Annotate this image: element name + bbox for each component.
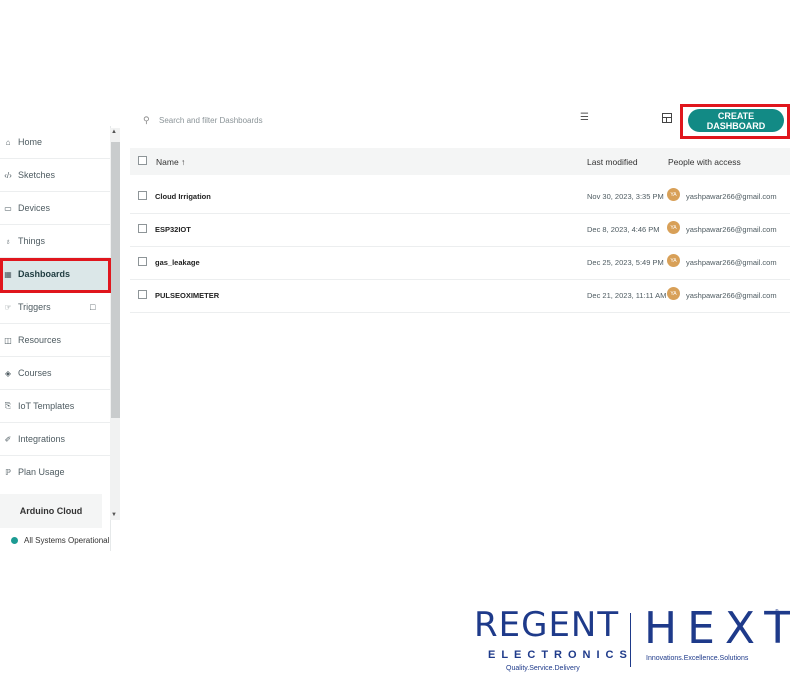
sidebar-item-dashboards[interactable]: ▦ Dashboards <box>0 258 110 291</box>
scroll-down-arrow-icon[interactable]: ▼ <box>111 512 117 518</box>
sidebar-item-resources[interactable]: ◫ Resources <box>0 324 110 357</box>
select-all-checkbox[interactable] <box>138 156 147 165</box>
sidebar-item-integrations[interactable]: ✐ Integrations <box>0 423 110 456</box>
sidebar-item-triggers[interactable]: ☞ Triggers □ <box>0 291 110 324</box>
scroll-up-arrow-icon[interactable]: ▲ <box>111 129 117 135</box>
table-row[interactable]: ESP32IOT Dec 8, 2023, 4:46 PM YA yashpaw… <box>130 213 790 247</box>
sidebar-item-home[interactable]: ⌂ Home <box>0 126 110 159</box>
avatar: YA <box>667 221 680 234</box>
sidebar-item-label: Devices <box>18 203 51 213</box>
last-modified: Nov 30, 2023, 3:35 PM <box>587 192 664 201</box>
sidebar-item-label: IoT Templates <box>18 401 75 411</box>
regent-hext-logo: REGENT ELECTRONICS Quality.Service.Deliv… <box>470 603 790 685</box>
user-email: yashpawar266@gmail.com <box>686 291 777 300</box>
sidebar-item-label: Sketches <box>18 170 56 180</box>
sidebar-item-courses[interactable]: ◈ Courses <box>0 357 110 390</box>
lock-icon: □ <box>90 302 96 312</box>
sidebar-item-label: Home <box>18 137 43 147</box>
last-modified: Dec 25, 2023, 5:49 PM <box>587 258 664 267</box>
courses-icon: ◈ <box>4 368 12 378</box>
sidebar-item-plan-usage[interactable]: ℙ Plan Usage <box>0 456 110 488</box>
resources-icon: ◫ <box>4 335 12 345</box>
user-email: yashpawar266@gmail.com <box>686 225 777 234</box>
dashboard-name[interactable]: Cloud Irrigation <box>155 192 211 201</box>
hext-logo-text: HEXT <box>644 603 790 654</box>
home-icon: ⌂ <box>5 137 11 147</box>
logo-divider <box>630 613 631 667</box>
last-modified: Dec 8, 2023, 4:46 PM <box>587 225 660 234</box>
sidebar-item-iot-templates[interactable]: ⎘ IoT Templates <box>0 390 110 423</box>
system-status[interactable]: All Systems Operational <box>0 531 109 549</box>
regent-logo-text: REGENT <box>474 605 620 645</box>
device-icon: ▭ <box>4 203 12 213</box>
layout-toggle-icon[interactable] <box>662 113 672 123</box>
row-checkbox[interactable] <box>138 224 147 233</box>
sidebar-item-sketches[interactable]: ‹/› Sketches <box>0 159 110 192</box>
user-email: yashpawar266@gmail.com <box>686 258 777 267</box>
sidebar-item-label: Integrations <box>18 434 66 444</box>
row-checkbox[interactable] <box>138 191 147 200</box>
create-dashboard-button[interactable]: CREATE DASHBOARD <box>688 109 784 132</box>
table-row[interactable]: gas_leakage Dec 25, 2023, 5:49 PM YA yas… <box>130 246 790 280</box>
column-people: People with access <box>668 157 741 167</box>
search-placeholder: Search and filter Dashboards <box>159 115 263 125</box>
things-icon: ♁ <box>5 236 11 246</box>
table-row[interactable]: PULSEOXIMETER Dec 21, 2023, 11:11 AM YA … <box>130 279 790 313</box>
search-input[interactable]: ⚲ Search and filter Dashboards <box>137 109 597 131</box>
avatar: YA <box>667 287 680 300</box>
electronics-text: ELECTRONICS <box>488 649 633 661</box>
dashboard-name[interactable]: ESP32IOT <box>155 225 191 234</box>
code-icon: ‹/› <box>4 170 12 180</box>
search-icon: ⚲ <box>143 114 150 125</box>
status-text: All Systems Operational <box>24 535 110 545</box>
hext-tagline: Innovations.Excellence.Solutions <box>646 655 749 662</box>
user-email: yashpawar266@gmail.com <box>686 192 777 201</box>
status-dot-icon <box>11 536 18 544</box>
sidebar: ⌂ Home ‹/› Sketches ▭ Devices ♁ Things ▦… <box>0 126 111 551</box>
sidebar-scrollbar-thumb[interactable] <box>111 142 120 418</box>
row-checkbox[interactable] <box>138 290 147 299</box>
registered-mark: ® <box>775 609 779 615</box>
column-name[interactable]: Name ↑ <box>156 157 185 167</box>
table-header: Name ↑ Last modified People with access <box>130 148 790 175</box>
arduino-cloud-label: Arduino Cloud <box>0 494 102 528</box>
trigger-icon: ☞ <box>4 302 12 312</box>
sidebar-item-label: Things <box>18 236 46 246</box>
sidebar-item-label: Dashboards <box>18 269 71 279</box>
template-icon: ⎘ <box>4 401 12 410</box>
avatar: YA <box>667 188 680 201</box>
dashboard-name[interactable]: gas_leakage <box>155 258 200 267</box>
dashboard-name[interactable]: PULSEOXIMETER <box>155 291 219 300</box>
sidebar-item-label: Resources <box>18 335 62 345</box>
sidebar-item-label: Plan Usage <box>18 467 65 477</box>
sidebar-item-label: Triggers <box>18 302 51 312</box>
avatar: YA <box>667 254 680 267</box>
plan-icon: ℙ <box>5 467 11 477</box>
sidebar-item-things[interactable]: ♁ Things <box>0 225 110 258</box>
row-checkbox[interactable] <box>138 257 147 266</box>
dashboard-icon: ▦ <box>4 269 12 279</box>
table-row[interactable]: Cloud Irrigation Nov 30, 2023, 3:35 PM Y… <box>130 180 790 214</box>
filter-icon[interactable]: ☰ <box>580 112 589 123</box>
sidebar-item-label: Courses <box>18 368 52 378</box>
sidebar-item-devices[interactable]: ▭ Devices <box>0 192 110 225</box>
column-last-modified[interactable]: Last modified <box>587 157 638 167</box>
last-modified: Dec 21, 2023, 11:11 AM <box>587 291 667 300</box>
integration-icon: ✐ <box>4 434 12 444</box>
regent-tagline: Quality.Service.Delivery <box>506 665 580 672</box>
